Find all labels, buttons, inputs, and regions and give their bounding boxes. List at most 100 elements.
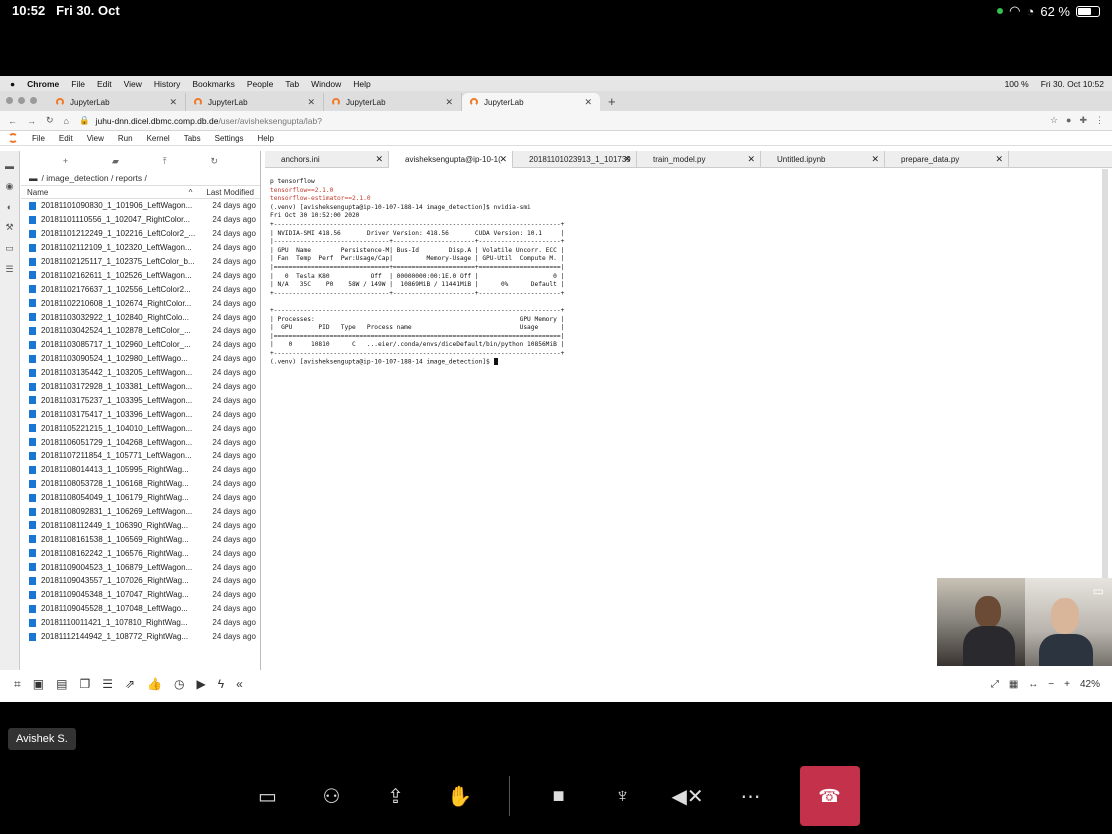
bookmark-star-icon[interactable]: ☆	[1050, 115, 1058, 126]
file-row[interactable]: 20181109045528_1_107048_LeftWago... 24 da…	[21, 602, 260, 616]
file-row[interactable]: 20181103032922_1_102840_RightColo... 24 d…	[21, 310, 260, 324]
close-icon[interactable]: ✕	[747, 154, 755, 165]
jl-menu-tabs[interactable]: Tabs	[184, 134, 201, 143]
file-row[interactable]: 20181101212249_1_102216_LeftColor2_... 24…	[21, 227, 260, 241]
camera-toggle-icon[interactable]: ■	[544, 785, 574, 808]
file-row[interactable]: 20181108054049_1_106179_RightWag... 24 da…	[21, 491, 260, 505]
file-row[interactable]: 20181103042524_1_102878_LeftColor_... 24 …	[21, 324, 260, 338]
file-row[interactable]: 20181109004523_1_106879_LeftWagon... 24 d…	[21, 560, 260, 574]
file-row[interactable]: 20181108162242_1_106576_RightWag... 24 da…	[21, 546, 260, 560]
close-icon[interactable]: ✕	[169, 97, 177, 108]
more-options-icon[interactable]: ⋯	[736, 784, 766, 809]
folder-icon[interactable]: ▬	[5, 161, 14, 171]
terminal-output[interactable]: p tensorflow tensorflow==2.1.0 tensorflow-…	[265, 169, 1108, 643]
extension-icon[interactable]: ●	[1066, 115, 1071, 126]
menu-dots-icon[interactable]: ⋮	[1095, 115, 1104, 126]
participant-video-strip[interactable]: ▭	[937, 578, 1112, 666]
file-row[interactable]: 20181102162611_1_102526_LeftWagon... 24 d…	[21, 268, 260, 282]
new-launcher-icon[interactable]: +	[63, 156, 68, 166]
chrome-tab[interactable]: JupyterLab ✕	[186, 93, 324, 111]
collapse-icon[interactable]: «	[236, 677, 243, 691]
file-row[interactable]: 20181103135442_1_103205_LeftWagon... 24 d…	[21, 366, 260, 380]
apple-icon[interactable]: ●	[10, 79, 15, 89]
jl-menu-settings[interactable]: Settings	[215, 134, 244, 143]
chrome-tab[interactable]: JupyterLab ✕	[324, 93, 462, 111]
refresh-icon[interactable]: ↻	[211, 156, 219, 167]
menu-bookmarks[interactable]: Bookmarks	[192, 79, 235, 89]
doc-tab[interactable]: Untitled.ipynb ✕	[761, 151, 885, 168]
file-row[interactable]: 20181103085717_1_102960_LeftColor_... 24 …	[21, 338, 260, 352]
menu-people[interactable]: People	[247, 79, 273, 89]
breadcrumb[interactable]: ▬ / image_detection / reports /	[21, 171, 260, 185]
jl-menu-kernel[interactable]: Kernel	[147, 134, 170, 143]
file-row[interactable]: 20181102210608_1_102674_RightColor... 24 …	[21, 296, 260, 310]
comment-icon[interactable]: ▤	[56, 677, 67, 691]
forward-icon[interactable]: →	[27, 116, 36, 126]
file-row[interactable]: 20181105221215_1_104010_LeftWagon... 24 d…	[21, 421, 260, 435]
crop-icon[interactable]: ⌗	[14, 677, 21, 692]
close-icon[interactable]: ✕	[445, 97, 453, 108]
doc-tab[interactable]: 20181101023913_1_101739 ✕	[513, 151, 637, 168]
file-row[interactable]: 20181108161538_1_106569_RightWag... 24 da…	[21, 532, 260, 546]
file-row[interactable]: 20181102125117_1_102375_LeftColor_b... 24…	[21, 255, 260, 269]
camera-icon[interactable]: ▭	[1093, 584, 1104, 598]
back-icon[interactable]: ←	[8, 116, 17, 126]
self-video[interactable]: ▭	[1025, 578, 1112, 666]
tabs-icon[interactable]: ▭	[5, 243, 14, 254]
file-row[interactable]: 20181106051729_1_104268_LeftWagon... 24 d…	[21, 435, 260, 449]
upload-icon[interactable]: ⤒	[163, 156, 167, 167]
share-icon[interactable]: ⇗	[125, 677, 135, 691]
close-icon[interactable]: ✕	[623, 154, 631, 165]
column-name[interactable]: Name	[27, 188, 189, 197]
file-row[interactable]: 20181112144942_1_108772_RightWag... 24 da…	[21, 630, 260, 644]
fullscreen-icon[interactable]: ⤢	[991, 679, 999, 690]
file-row[interactable]: 20181109045348_1_107047_RightWag... 24 da…	[21, 588, 260, 602]
share-screen-icon[interactable]: ⇪	[381, 784, 411, 809]
menu-app-name[interactable]: Chrome	[27, 79, 59, 89]
list-icon[interactable]: ☰	[102, 677, 113, 691]
doc-tab[interactable]: anchors.ini ✕	[265, 151, 389, 168]
chat-icon[interactable]: ▭	[253, 784, 283, 809]
map-icon[interactable]: ▦	[1009, 679, 1018, 690]
chrome-tab-active[interactable]: JupyterLab ✕	[462, 93, 600, 111]
menu-history[interactable]: History	[154, 79, 180, 89]
doc-tab[interactable]: train_model.py ✕	[637, 151, 761, 168]
jl-menu-help[interactable]: Help	[258, 134, 274, 143]
file-row[interactable]: 20181102112109_1_102320_LeftWagon... 24 d…	[21, 241, 260, 255]
close-icon[interactable]: ✕	[871, 154, 879, 165]
jl-menu-edit[interactable]: Edit	[59, 134, 73, 143]
participants-icon[interactable]: ⚇	[317, 784, 347, 809]
close-icon[interactable]: ✕	[995, 154, 1003, 165]
window-controls[interactable]	[6, 97, 37, 104]
jl-menu-file[interactable]: File	[32, 134, 45, 143]
menu-file[interactable]: File	[71, 79, 85, 89]
new-folder-icon[interactable]: ▰	[112, 156, 119, 167]
like-icon[interactable]: 👍	[147, 677, 162, 691]
doc-tab-active[interactable]: avisheksengupta@ip-10-1(✕	[389, 151, 513, 168]
layers-icon[interactable]: ❐	[79, 677, 90, 691]
microphone-icon[interactable]: ♆	[608, 785, 638, 808]
zoom-out-icon[interactable]: −	[1048, 679, 1054, 690]
file-row[interactable]: 20181101090830_1_101906_LeftWagon... 24 d…	[21, 199, 260, 213]
close-icon[interactable]: ✕	[584, 97, 592, 108]
close-icon[interactable]: ✕	[307, 97, 315, 108]
file-row[interactable]: 20181101110556_1_102047_RightColor... 24 …	[21, 213, 260, 227]
wrench-icon[interactable]: ⚒	[5, 222, 13, 233]
speaker-mute-icon[interactable]: ◀✕	[672, 784, 704, 809]
participant-video[interactable]	[937, 578, 1025, 666]
fit-width-icon[interactable]: ↔	[1028, 679, 1038, 690]
zoom-in-icon[interactable]: +	[1064, 679, 1070, 690]
menu-edit[interactable]: Edit	[97, 79, 112, 89]
raise-hand-icon[interactable]: ✋	[445, 784, 475, 809]
doc-tab[interactable]: prepare_data.py ✕	[885, 151, 1009, 168]
puzzle-icon[interactable]: ✚	[1079, 115, 1087, 126]
file-list-header[interactable]: Name ^ Last Modified	[21, 185, 260, 199]
column-modified[interactable]: Last Modified	[206, 188, 254, 197]
toc-icon[interactable]: ☰	[5, 264, 13, 275]
file-row[interactable]: 20181103172928_1_103381_LeftWagon... 24 d…	[21, 380, 260, 394]
video-icon[interactable]: ▶	[196, 677, 205, 691]
palette-icon[interactable]: ◐	[7, 202, 12, 212]
running-icon[interactable]: ◉	[6, 181, 14, 192]
file-row[interactable]: 20181108112449_1_106390_RightWag... 24 da…	[21, 518, 260, 532]
file-row[interactable]: 20181110011421_1_107810_RightWag... 24 da…	[21, 616, 260, 630]
